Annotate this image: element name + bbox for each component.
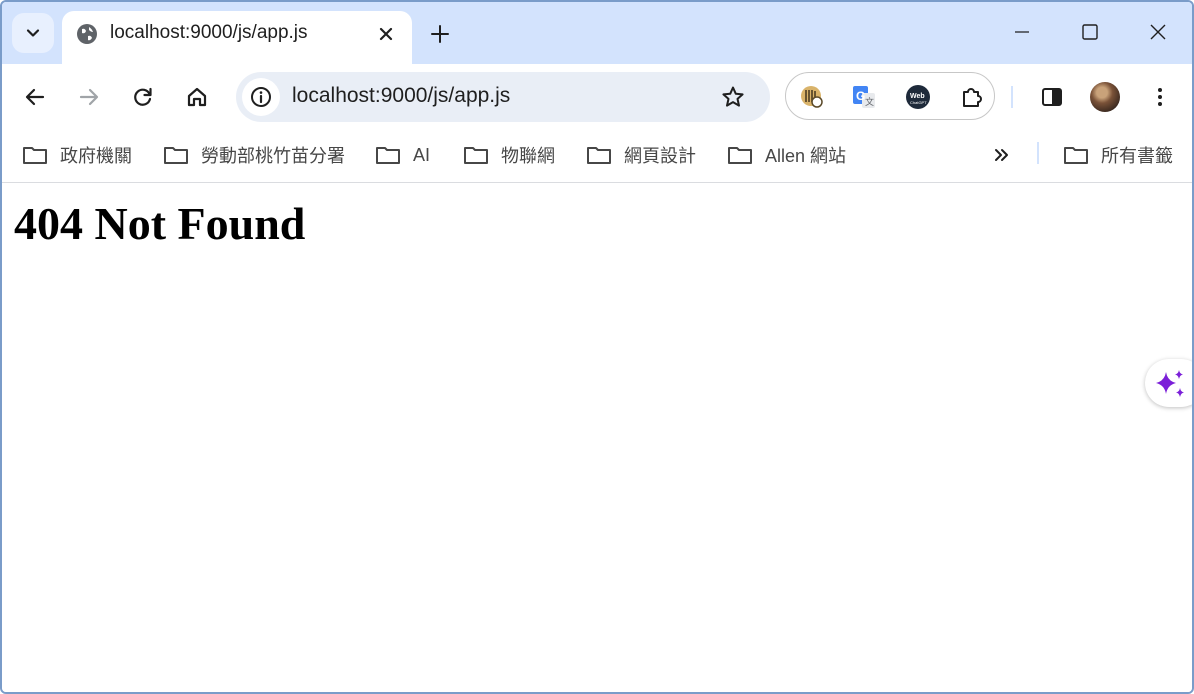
bookmark-label: Allen 網站: [765, 146, 847, 166]
svg-text:ChatGPT: ChatGPT: [910, 100, 927, 105]
minimize-icon: [1015, 31, 1029, 33]
tab-strip: localhost:9000/js/app.js: [2, 2, 1192, 64]
navigation-toolbar: localhost:9000/js/app.js G文 Web ChatGPT: [2, 64, 1192, 130]
forward-button[interactable]: [73, 81, 105, 113]
double-chevron-right-icon: [995, 149, 1008, 161]
maximize-icon: [1082, 24, 1098, 40]
sparkle-icon: [1156, 370, 1184, 397]
url-text[interactable]: localhost:9000/js/app.js: [292, 84, 510, 108]
folder-icon: [164, 147, 188, 164]
chevron-down-icon: [26, 29, 40, 37]
active-tab[interactable]: localhost:9000/js/app.js: [62, 11, 412, 64]
bookmark-folder[interactable]: 勞動部桃竹苗分署: [163, 142, 345, 168]
arrow-right-icon: [79, 88, 99, 106]
side-panel-icon: [1042, 88, 1062, 106]
side-panel-button[interactable]: [1036, 81, 1068, 113]
puzzle-extensions-icon[interactable]: [958, 83, 986, 111]
menu-button[interactable]: [1144, 81, 1176, 113]
browser-window: localhost:9000/js/app.js localhost:9000/…: [0, 0, 1194, 694]
info-icon: [251, 87, 271, 107]
kakao-extension-icon[interactable]: [798, 83, 826, 111]
plus-icon: [431, 25, 449, 43]
folder-icon: [23, 147, 47, 164]
folder-icon: [728, 147, 752, 164]
close-icon: [1150, 24, 1166, 40]
bookmark-folder[interactable]: 政府機關: [22, 142, 132, 168]
minimize-button[interactable]: [1002, 16, 1042, 48]
back-button[interactable]: [19, 81, 51, 113]
close-icon: [379, 27, 393, 41]
bookmark-label: 政府機關: [60, 146, 132, 166]
bookmarks-divider: [1037, 142, 1039, 164]
all-bookmarks-folder[interactable]: 所有書籤: [1063, 142, 1173, 168]
home-icon: [187, 87, 207, 107]
svg-text:文: 文: [865, 96, 874, 107]
svg-text:Web: Web: [910, 93, 925, 100]
page-heading: 404 Not Found: [14, 198, 306, 249]
bookmarks-bar: 政府機關 勞動部桃竹苗分署 AI 物聯網 網頁設計 Allen 網站 所有書籤: [2, 130, 1192, 183]
site-info-button[interactable]: [242, 78, 280, 116]
globe-icon: [77, 24, 97, 44]
maximize-button[interactable]: [1070, 16, 1110, 48]
bookmark-folder[interactable]: 物聯網: [463, 142, 555, 168]
folder-icon: [1064, 147, 1088, 164]
bookmark-star-button[interactable]: [718, 82, 748, 112]
bookmark-folder[interactable]: AI: [375, 142, 430, 168]
bookmark-label: 所有書籤: [1101, 146, 1173, 166]
new-tab-button[interactable]: [426, 20, 454, 48]
address-bar[interactable]: localhost:9000/js/app.js: [236, 72, 770, 122]
bookmarks-overflow-button[interactable]: [992, 142, 1024, 168]
profile-avatar[interactable]: [1090, 82, 1120, 112]
folder-icon: [587, 147, 611, 164]
svg-text:G: G: [856, 89, 865, 103]
window-close-button[interactable]: [1138, 16, 1178, 48]
bookmark-label: AI: [413, 144, 431, 165]
folder-icon: [376, 147, 400, 164]
arrow-left-icon: [25, 88, 45, 106]
tab-close-button[interactable]: [374, 22, 398, 46]
reload-button[interactable]: [127, 81, 159, 113]
bookmark-folder[interactable]: 網頁設計: [586, 142, 696, 168]
more-vert-icon: [1158, 88, 1162, 106]
bookmark-label: 勞動部桃竹苗分署: [201, 146, 345, 166]
tab-title: localhost:9000/js/app.js: [110, 22, 308, 43]
home-button[interactable]: [181, 81, 213, 113]
page-content: 404 Not Found: [2, 183, 1192, 692]
reload-icon: [134, 87, 152, 106]
extensions-area: G文 Web ChatGPT: [785, 72, 995, 120]
toolbar-divider: [1011, 86, 1013, 108]
star-icon: [722, 86, 744, 107]
ai-assistant-button[interactable]: [1145, 359, 1192, 407]
bookmark-label: 物聯網: [501, 146, 555, 166]
bookmark-label: 網頁設計: [624, 146, 696, 166]
tab-search-button[interactable]: [12, 13, 54, 53]
google-translate-icon[interactable]: G文: [850, 83, 878, 111]
bookmark-folder[interactable]: Allen 網站: [727, 142, 846, 168]
folder-icon: [464, 147, 488, 164]
webchatgpt-icon[interactable]: Web ChatGPT: [904, 83, 932, 111]
